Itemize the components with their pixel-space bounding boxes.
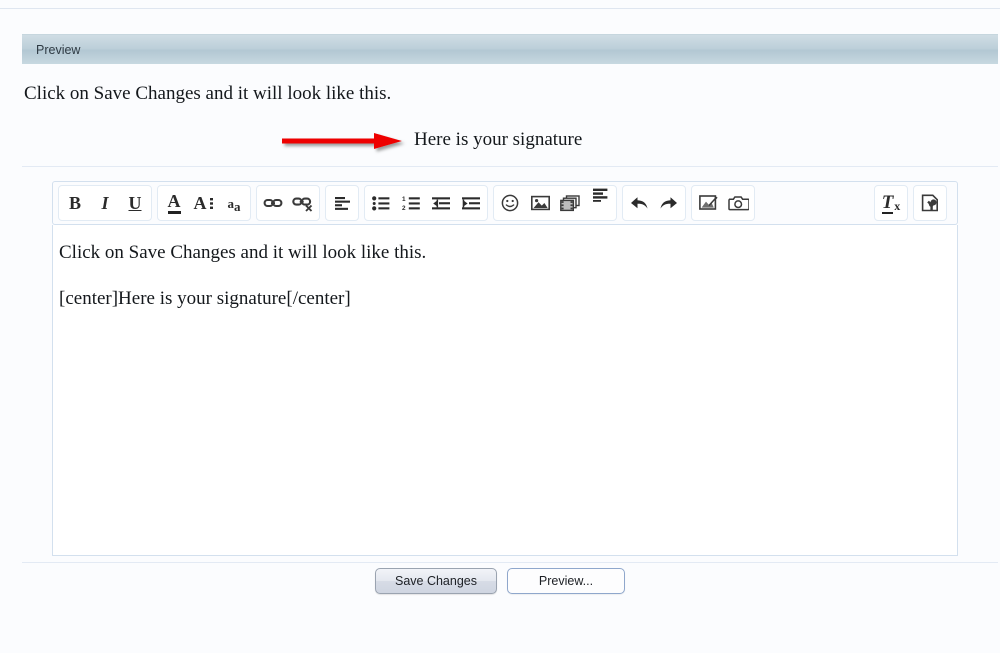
preview-button[interactable]: Preview...: [507, 568, 625, 594]
bold-icon-label: B: [68, 193, 81, 213]
align-left-icon[interactable]: [327, 186, 357, 220]
insert-image-icon[interactable]: [525, 186, 555, 220]
toolbar-group-links: [256, 185, 320, 221]
preview-signature-row: Here is your signature: [22, 129, 998, 165]
font-size-icon-label: A: [193, 193, 207, 213]
remove-format-icon[interactable]: T x: [876, 186, 906, 220]
text-case-icon-second: a: [234, 198, 241, 214]
insert-quote-icon[interactable]: [585, 184, 615, 222]
camera-icon[interactable]: [723, 186, 753, 220]
font-color-icon-label: A: [167, 192, 181, 214]
bold-icon[interactable]: B: [60, 186, 90, 220]
underline-icon[interactable]: U: [120, 186, 150, 220]
page-top-rule: [0, 8, 1000, 9]
editor-paragraph: [center]Here is your signature[/center]: [59, 287, 351, 309]
source-tools-icon[interactable]: [915, 186, 945, 220]
remove-format-icon-sub: x: [894, 199, 901, 213]
italic-icon[interactable]: I: [90, 186, 120, 220]
toolbar-group-history: [622, 185, 686, 221]
form-actions: Save Changes Preview...: [0, 568, 1000, 594]
underline-icon-label: U: [128, 193, 142, 213]
editor-content-area[interactable]: Click on Save Changes and it will look l…: [52, 225, 958, 556]
preview-panel: Preview Click on Save Changes and it wil…: [22, 34, 998, 186]
editor-toolbar: B I U A A a a 1 2 T x: [52, 181, 958, 225]
preview-header-title: Preview: [36, 42, 81, 57]
preview-signature-text: Here is your signature: [414, 128, 583, 150]
font-size-icon[interactable]: A: [189, 186, 219, 220]
svg-text:2: 2: [402, 205, 406, 211]
insert-link-icon[interactable]: [258, 186, 288, 220]
bullet-list-icon[interactable]: [366, 186, 396, 220]
preview-body: Click on Save Changes and it will look l…: [22, 64, 998, 186]
remove-link-icon[interactable]: [288, 186, 318, 220]
divider-above-editor: [22, 166, 998, 167]
toolbar-group-remove-format: T x: [874, 185, 908, 221]
preview-text-line: Click on Save Changes and it will look l…: [24, 83, 392, 104]
save-changes-button[interactable]: Save Changes: [375, 568, 497, 594]
emoji-icon[interactable]: [495, 186, 525, 220]
remove-format-icon-label: T: [881, 191, 894, 214]
preview-header-bar: Preview: [22, 34, 998, 64]
red-arrow-icon: [280, 131, 408, 157]
toolbar-group-media: [493, 185, 617, 221]
indent-icon[interactable]: [456, 186, 486, 220]
undo-icon[interactable]: [624, 186, 654, 220]
numbered-list-icon[interactable]: 1 2: [396, 186, 426, 220]
signature-editor: B I U A A a a 1 2 T x Click on Save Chan…: [52, 181, 958, 556]
text-case-icon[interactable]: a a: [219, 186, 249, 220]
toolbar-group-font: A A a a: [157, 185, 251, 221]
insert-video-icon[interactable]: [555, 186, 585, 220]
toolbar-group-source: [913, 185, 947, 221]
outdent-icon[interactable]: [426, 186, 456, 220]
toolbar-group-attachments: [691, 185, 755, 221]
toolbar-group-alignment: [325, 185, 359, 221]
editor-paragraph: Click on Save Changes and it will look l…: [59, 242, 427, 263]
edit-image-icon[interactable]: [693, 186, 723, 220]
toolbar-group-lists: 1 2: [364, 185, 488, 221]
divider-below-editor: [22, 562, 998, 563]
svg-text:1: 1: [402, 196, 406, 203]
font-color-icon[interactable]: A: [159, 186, 189, 220]
toolbar-group-formatting: B I U: [58, 185, 152, 221]
redo-icon[interactable]: [654, 186, 684, 220]
italic-icon-label: I: [101, 193, 109, 213]
